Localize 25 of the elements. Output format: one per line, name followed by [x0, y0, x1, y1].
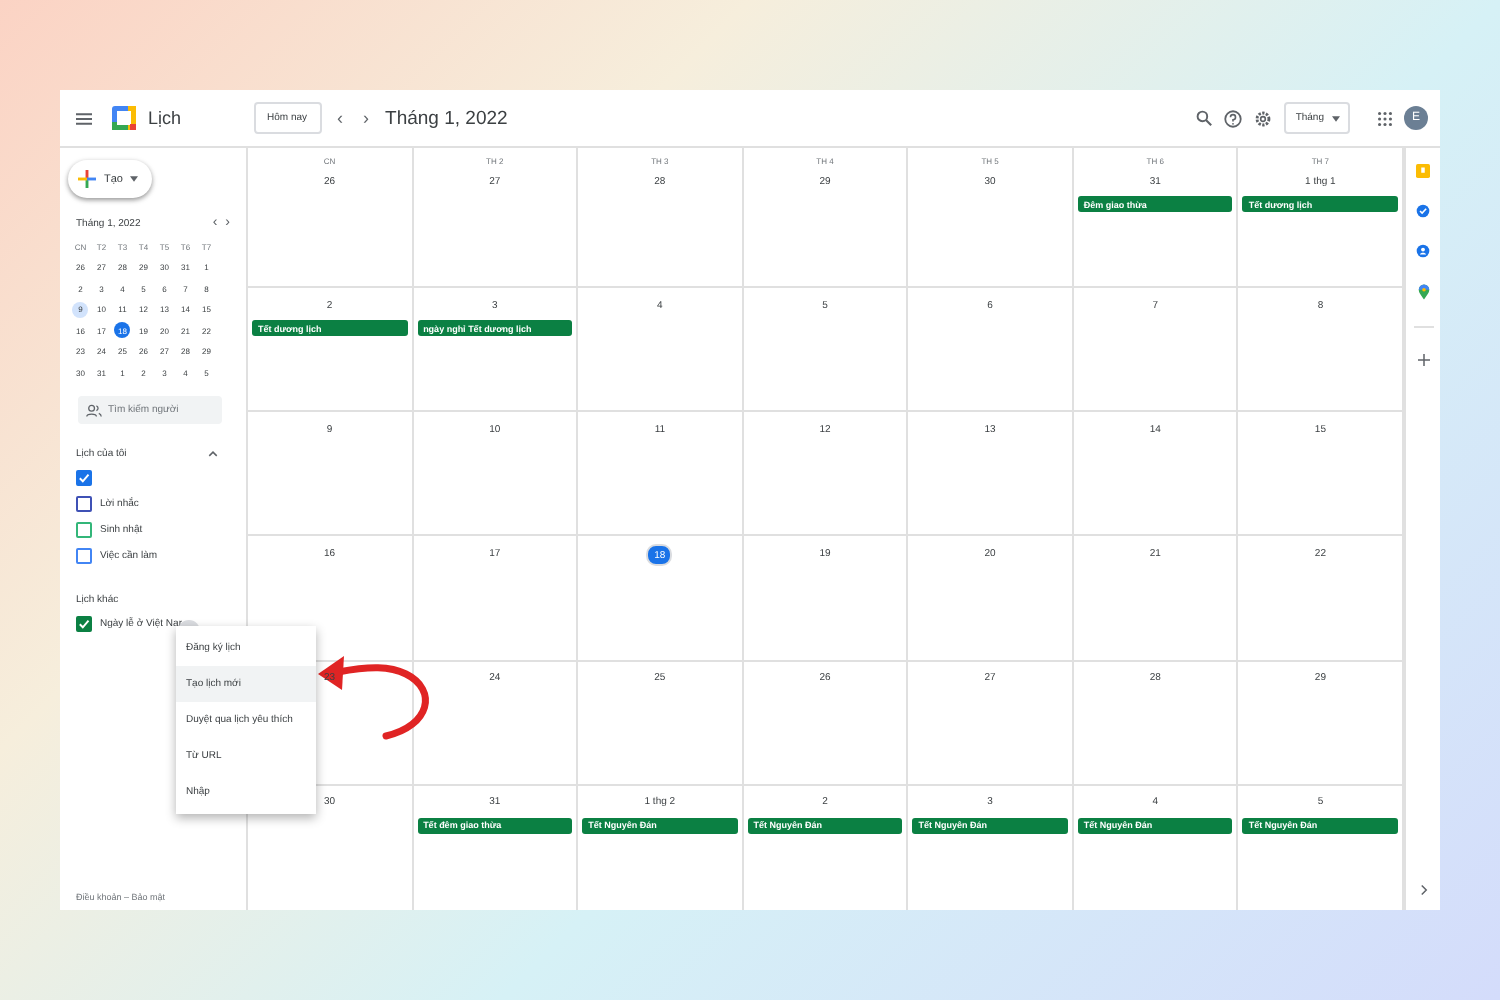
- calendar-checkbox[interactable]: [76, 470, 92, 486]
- calendar-logo-icon: [112, 106, 136, 130]
- next-button[interactable]: ›: [359, 108, 374, 128]
- calendar-checkbox[interactable]: [76, 496, 92, 512]
- calendar-checkbox[interactable]: [76, 616, 92, 632]
- chevron-right-icon[interactable]: [1419, 884, 1427, 896]
- caret-icon: [130, 176, 139, 182]
- previous-button[interactable]: ‹: [333, 108, 348, 128]
- calendar-checkbox[interactable]: [76, 522, 92, 538]
- plus-icon: [78, 170, 96, 188]
- month-title: Tháng 1, 2022: [385, 107, 508, 129]
- caret-icon: [1332, 115, 1340, 121]
- collapse-icon[interactable]: [208, 449, 218, 457]
- calendar-checkbox[interactable]: [76, 548, 92, 564]
- apps-grid-icon[interactable]: [1378, 111, 1392, 125]
- plus-icon[interactable]: [1417, 354, 1429, 366]
- contacts-icon[interactable]: [1416, 244, 1430, 258]
- menu-icon[interactable]: [76, 111, 92, 125]
- people-icon: [86, 403, 102, 417]
- app-name: Lịch: [148, 108, 182, 128]
- search-icon[interactable]: [1195, 110, 1212, 126]
- map-pin-icon[interactable]: [1417, 284, 1429, 300]
- settings-icon[interactable]: [1253, 109, 1272, 127]
- help-icon[interactable]: [1223, 109, 1242, 127]
- tasks-icon[interactable]: [1416, 204, 1430, 218]
